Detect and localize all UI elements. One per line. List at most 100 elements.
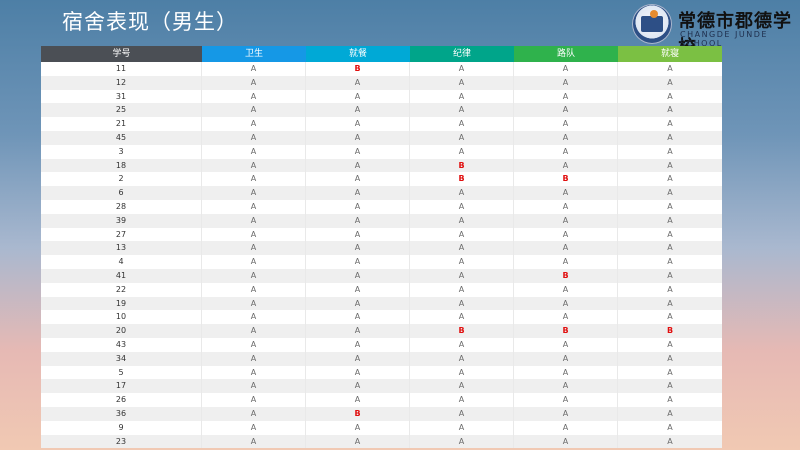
- grade-cell: A: [306, 282, 410, 297]
- grade-cell: A: [202, 241, 306, 256]
- grade-cell: A: [514, 420, 618, 435]
- student-id-cell: 36: [41, 406, 202, 421]
- grade-cell: A: [410, 351, 514, 366]
- grade-cell: A: [306, 103, 410, 118]
- grade-cell: A: [306, 117, 410, 131]
- grade-cell: A: [514, 393, 618, 407]
- table-row: 25 A A A A A: [41, 103, 722, 118]
- student-id-cell: 9: [41, 420, 202, 435]
- student-id-cell: 17: [41, 379, 202, 394]
- grade-cell: A: [202, 62, 306, 76]
- grade-cell: A: [202, 130, 306, 145]
- student-id-cell: 43: [41, 337, 202, 352]
- student-id-cell: 2: [41, 172, 202, 187]
- grade-cell: A: [514, 89, 618, 104]
- grade-cell: A: [667, 119, 673, 129]
- grade-cell: B: [306, 406, 410, 421]
- grade-cell: A: [306, 324, 410, 338]
- grade-cell: A: [514, 406, 618, 421]
- student-id-cell: 20: [41, 324, 202, 338]
- grade-cell: A: [410, 213, 514, 228]
- table-header-row: 学号 卫生 就餐 纪律 路队 就寝: [41, 46, 722, 62]
- grade-cell: A: [514, 379, 618, 394]
- student-id-cell: 6: [41, 186, 202, 200]
- grade-cell: A: [410, 310, 514, 325]
- grade-cell: A: [667, 257, 673, 267]
- grade-cell: A: [514, 103, 618, 118]
- grade-cell: A: [202, 379, 306, 394]
- grade-cell: A: [202, 158, 306, 173]
- table-body: 11 A B A A A 12 A A A A A 31 A A A A A 25 A A A A A 21 A A A A A 45 A A A…: [41, 62, 722, 449]
- grade-cell: A: [410, 337, 514, 352]
- student-id-cell: 28: [41, 199, 202, 214]
- grade-cell: A: [306, 434, 410, 449]
- grade-cell: A: [306, 379, 410, 394]
- grade-cell: A: [306, 172, 410, 187]
- table-row: 23 A A A A A: [41, 434, 722, 449]
- grade-cell: A: [667, 284, 673, 294]
- grade-cell: A: [514, 434, 618, 449]
- grade-cell: A: [306, 241, 410, 256]
- grade-cell: A: [202, 227, 306, 242]
- grade-cell: A: [202, 310, 306, 325]
- grade-cell: A: [202, 144, 306, 159]
- grade-cell: B: [410, 324, 514, 338]
- grade-cell: A: [202, 213, 306, 228]
- grade-cell: A: [410, 103, 514, 118]
- grade-cell: A: [514, 227, 618, 242]
- grade-cell: A: [306, 227, 410, 242]
- grade-cell: A: [667, 353, 673, 363]
- grade-cell: A: [667, 367, 673, 377]
- student-id-cell: 21: [41, 117, 202, 131]
- grade-cell: A: [202, 75, 306, 90]
- grade-cell: A: [514, 255, 618, 269]
- table-row: 11 A B A A A: [41, 62, 722, 76]
- table-row: 18 A A B A A: [41, 158, 722, 173]
- student-id-cell: 23: [41, 434, 202, 449]
- grade-cell: A: [410, 434, 514, 449]
- grade-cell: A: [667, 64, 673, 73]
- grade-cell: A: [202, 434, 306, 449]
- grade-cell: A: [667, 243, 673, 253]
- grade-cell: A: [202, 296, 306, 311]
- grade-cell: A: [306, 130, 410, 145]
- table-row: 31 A A A A A: [41, 89, 722, 104]
- grade-cell: A: [410, 62, 514, 76]
- grade-cell: A: [202, 324, 306, 338]
- grade-cell: A: [410, 255, 514, 269]
- student-id-cell: 5: [41, 365, 202, 380]
- grade-cell: A: [667, 381, 673, 391]
- grade-cell: A: [202, 420, 306, 435]
- table-row: 6AAAAA: [41, 186, 722, 200]
- table-row: 5AAAAA: [41, 365, 722, 380]
- table-row: 26 A A A A A: [41, 393, 722, 407]
- grade-cell: A: [514, 310, 618, 325]
- grade-cell: A: [306, 351, 410, 366]
- grade-cell: A: [410, 282, 514, 297]
- student-id-cell: 27: [41, 227, 202, 242]
- student-id-cell: 22: [41, 282, 202, 297]
- grade-cell: B: [306, 62, 410, 76]
- table-row: 17 A A A A A: [41, 379, 722, 394]
- grade-cell: A: [667, 270, 673, 280]
- student-id-cell: 19: [41, 296, 202, 311]
- table-row: 4AAAAA: [41, 255, 722, 269]
- grade-cell: A: [410, 241, 514, 256]
- table-row: 22 A A A A A: [41, 282, 722, 297]
- table-row: 21 A A A A A: [41, 117, 722, 131]
- grade-cell: A: [667, 229, 673, 239]
- grade-cell: A: [306, 310, 410, 325]
- student-id-cell: 41: [41, 268, 202, 283]
- grade-cell: A: [667, 215, 673, 225]
- grade-cell: A: [410, 420, 514, 435]
- grade-cell: A: [410, 117, 514, 131]
- table-row: 27 A A A A A: [41, 227, 722, 242]
- student-id-cell: 45: [41, 130, 202, 145]
- header-hygiene: 卫生: [202, 46, 306, 62]
- grade-cell: A: [306, 337, 410, 352]
- grade-cell: A: [202, 117, 306, 131]
- grade-cell: A: [514, 75, 618, 90]
- table-row: 2AABBA: [41, 172, 722, 187]
- table-row: 45 A A A A A: [41, 130, 722, 145]
- grade-cell: A: [410, 227, 514, 242]
